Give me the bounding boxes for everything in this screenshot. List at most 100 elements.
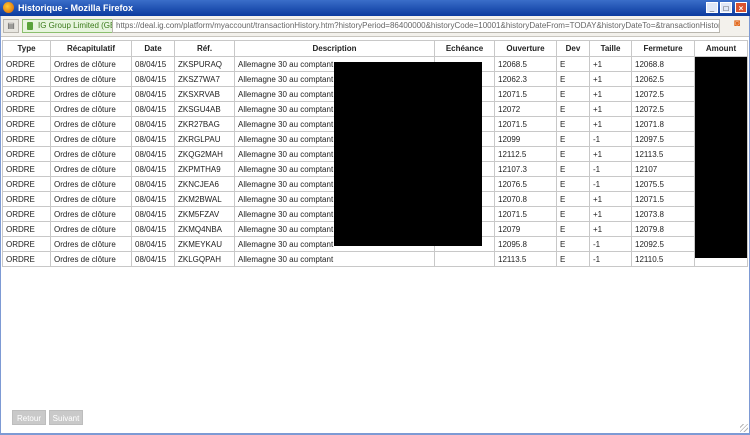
cell-size: +1 xyxy=(589,206,632,222)
cell-close-price: 12113.5 xyxy=(631,146,695,162)
resize-grip-icon[interactable] xyxy=(740,424,748,432)
cell-open-price: 12071.5 xyxy=(494,116,557,132)
cell-summary: Ordres de clôture xyxy=(50,161,132,177)
cell-ref: ZKPMTHA9 xyxy=(174,161,235,177)
cell-open-price: 12099 xyxy=(494,131,557,147)
cell-open-price: 12071.5 xyxy=(494,86,557,102)
cell-currency: E xyxy=(556,116,590,132)
cell-currency: E xyxy=(556,71,590,87)
column-header-amount: Amount xyxy=(694,40,748,57)
cell-open-price: 12071.5 xyxy=(494,206,557,222)
cell-close-price: 12092.5 xyxy=(631,236,695,252)
cell-size: +1 xyxy=(589,56,632,72)
column-header-close-price: Fermeture xyxy=(631,40,695,57)
column-header-date: Date xyxy=(131,40,175,57)
window-title: Historique - Mozilla Firefox xyxy=(18,3,134,13)
maximize-button[interactable]: □ xyxy=(720,2,732,13)
cell-type: ORDRE xyxy=(2,116,51,132)
cell-open-price: 12079 xyxy=(494,221,557,237)
url-field[interactable]: https://deal.ig.com/platform/myaccount/t… xyxy=(112,19,720,33)
cell-ref: ZKR27BAG xyxy=(174,116,235,132)
cell-open-price: 12113.5 xyxy=(494,251,557,267)
minimize-button[interactable]: _ xyxy=(706,2,718,13)
cell-close-price: 12075.5 xyxy=(631,176,695,192)
lock-icon xyxy=(27,22,33,30)
cell-ref: ZKSGU4AB xyxy=(174,101,235,117)
cell-size: +1 xyxy=(589,101,632,117)
cell-summary: Ordres de clôture xyxy=(50,116,132,132)
cell-summary: Ordres de clôture xyxy=(50,101,132,117)
cell-ref: ZKMEYKAU xyxy=(174,236,235,252)
address-bar: ▤ IG Group Limited (GB) https://deal.ig.… xyxy=(0,16,750,37)
cell-close-price: 12071.8 xyxy=(631,116,695,132)
cell-currency: E xyxy=(556,206,590,222)
cell-open-price: 12068.5 xyxy=(494,56,557,72)
cell-ref: ZKM2BWAL xyxy=(174,191,235,207)
cell-type: ORDRE xyxy=(2,71,51,87)
page-icon[interactable]: ▤ xyxy=(3,19,19,33)
column-header-ref: Réf. xyxy=(174,40,235,57)
cell-open-price: 12076.5 xyxy=(494,176,557,192)
cell-type: ORDRE xyxy=(2,221,51,237)
cell-open-price: 12062.3 xyxy=(494,71,557,87)
cell-summary: Ordres de clôture xyxy=(50,206,132,222)
cell-open-price: 12070.8 xyxy=(494,191,557,207)
cell-type: ORDRE xyxy=(2,191,51,207)
cell-type: ORDRE xyxy=(2,161,51,177)
cell-type: ORDRE xyxy=(2,146,51,162)
cell-type: ORDRE xyxy=(2,56,51,72)
cell-currency: E xyxy=(556,221,590,237)
rss-feed-icon[interactable]: ◙ xyxy=(730,18,744,32)
cell-type: ORDRE xyxy=(2,86,51,102)
redacted-block-amount xyxy=(695,57,747,258)
cell-close-price: 12079.8 xyxy=(631,221,695,237)
cell-size: +1 xyxy=(589,146,632,162)
cell-open-price: 12095.8 xyxy=(494,236,557,252)
column-header-type: Type xyxy=(2,40,51,57)
cell-date: 08/04/15 xyxy=(131,116,175,132)
cell-type: ORDRE xyxy=(2,236,51,252)
column-header-currency: Dev xyxy=(556,40,590,57)
cell-close-price: 12072.5 xyxy=(631,86,695,102)
cell-ref: ZKM5FZAV xyxy=(174,206,235,222)
table-row[interactable]: ORDRE Ordres de clôture 08/04/15 ZKLGQPAH Al… xyxy=(2,251,748,267)
cell-summary: Ordres de clôture xyxy=(50,251,132,267)
cell-date: 08/04/15 xyxy=(131,146,175,162)
back-button[interactable]: Retour xyxy=(12,410,46,425)
cell-date: 08/04/15 xyxy=(131,251,175,267)
cell-currency: E xyxy=(556,146,590,162)
cell-type: ORDRE xyxy=(2,176,51,192)
cell-close-price: 12107 xyxy=(631,161,695,177)
site-identity-label: IG Group Limited (GB) xyxy=(38,21,119,30)
window-titlebar: Historique - Mozilla Firefox _ □ × xyxy=(0,0,750,16)
next-button[interactable]: Suivant xyxy=(49,410,83,425)
close-button[interactable]: × xyxy=(735,2,747,13)
cell-size: +1 xyxy=(589,221,632,237)
cell-size: +1 xyxy=(589,191,632,207)
column-header-summary: Récapitulatif xyxy=(50,40,132,57)
cell-currency: E xyxy=(556,86,590,102)
cell-close-price: 12072.5 xyxy=(631,101,695,117)
cell-currency: E xyxy=(556,56,590,72)
cell-date: 08/04/15 xyxy=(131,101,175,117)
cell-due-date xyxy=(434,251,495,267)
cell-summary: Ordres de clôture xyxy=(50,71,132,87)
cell-summary: Ordres de clôture xyxy=(50,86,132,102)
cell-date: 08/04/15 xyxy=(131,206,175,222)
cell-close-price: 12071.5 xyxy=(631,191,695,207)
cell-description: Allemagne 30 au comptant xyxy=(234,251,435,267)
cell-ref: ZKRGLPAU xyxy=(174,131,235,147)
cell-currency: E xyxy=(556,161,590,177)
cell-summary: Ordres de clôture xyxy=(50,131,132,147)
table-header-row: Type Récapitulatif Date Réf. Description Eché… xyxy=(2,40,748,57)
cell-date: 08/04/15 xyxy=(131,236,175,252)
cell-ref: ZKSPURAQ xyxy=(174,56,235,72)
cell-currency: E xyxy=(556,131,590,147)
column-header-due-date: Echéance xyxy=(434,40,495,57)
cell-size: +1 xyxy=(589,71,632,87)
cell-date: 08/04/15 xyxy=(131,71,175,87)
cell-ref: ZKMQ4NBA xyxy=(174,221,235,237)
cell-summary: Ordres de clôture xyxy=(50,146,132,162)
site-identity[interactable]: IG Group Limited (GB) xyxy=(22,19,124,33)
cell-date: 08/04/15 xyxy=(131,161,175,177)
